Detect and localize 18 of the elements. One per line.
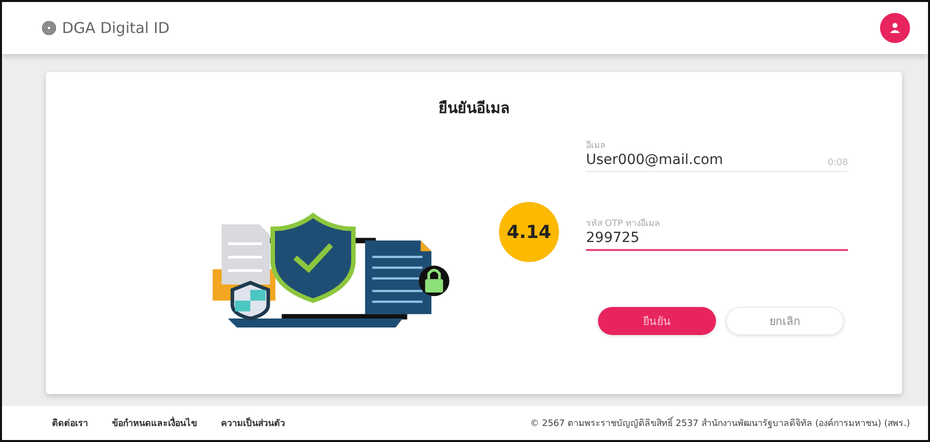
copyright-text: © 2567 ตามพระราชบัญญัติลิขสิทธิ์ 2537 สำนักงานพัฒนารัฐบาลดิจิทัล (องค์การมหาชน) (สพร.) (530, 416, 910, 430)
card-title: ยืนยันอีเมล (438, 98, 510, 119)
field-value: 299725 (586, 230, 640, 246)
step-badge: 4.14 (499, 202, 559, 262)
user-icon (889, 22, 901, 34)
fingerprint-icon (42, 21, 56, 35)
countdown-timer: 0:08 (828, 158, 848, 168)
field-label: อีเมล (586, 140, 607, 152)
footer-link[interactable]: ความเป็นส่วนตัว (221, 416, 285, 430)
field-value: User000@mail.com (586, 152, 723, 168)
footer-link[interactable]: ข้อกำหนดและเงื่อนไข (112, 416, 197, 430)
brand-name: DGA Digital ID (62, 19, 170, 37)
input-field[interactable]: อีเมล User000@mail.com 0:08 (586, 138, 848, 172)
input-field[interactable]: รหัส OTP ทางอีเมล 299725 (586, 216, 848, 251)
cancel-button[interactable]: ยกเลิก (726, 307, 844, 335)
field-label: รหัส OTP ทางอีเมล (586, 218, 662, 230)
user-avatar-button[interactable] (880, 13, 910, 43)
footer-link[interactable]: ติดต่อเรา (52, 416, 88, 430)
